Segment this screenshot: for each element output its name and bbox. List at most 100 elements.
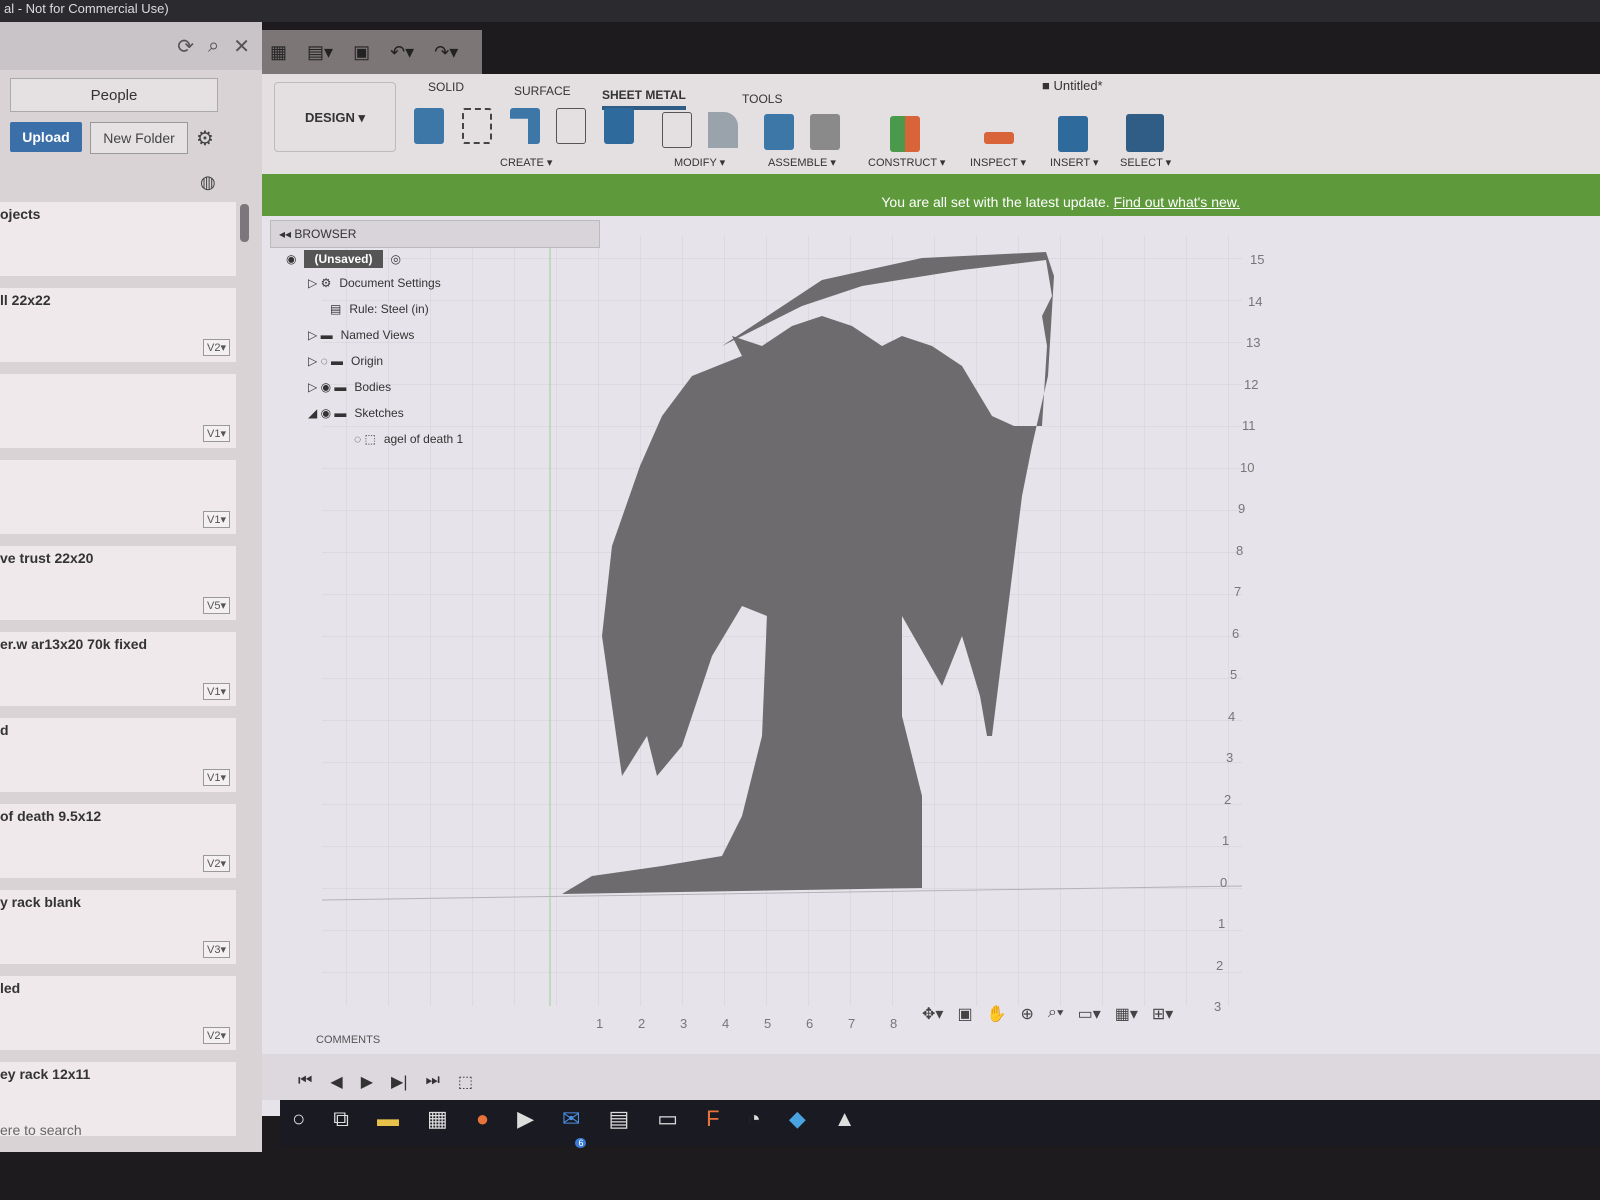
undo-icon[interactable]: ↶▾ <box>390 42 414 63</box>
refresh-icon[interactable]: ⟳ <box>177 34 194 59</box>
next-icon[interactable]: ▶| <box>391 1072 407 1100</box>
display-settings-icon[interactable]: ▭▾ <box>1078 1004 1101 1024</box>
flat-pattern-icon[interactable] <box>662 112 692 148</box>
select-menu[interactable]: SELECT ▾ <box>1120 156 1171 169</box>
search-icon[interactable]: ⌕ <box>208 35 219 58</box>
orbit-icon[interactable]: ✥▾ <box>922 1004 943 1024</box>
design-list-item[interactable]: ll 22x22 V2▾ <box>0 288 236 362</box>
tree-named-views[interactable]: ▷ ▬ Named Views <box>308 328 414 342</box>
remote-desktop-icon[interactable]: ▭ <box>657 1106 678 1146</box>
design-list-item[interactable]: led V2▾ <box>0 976 236 1050</box>
viewport[interactable]: ◂◂ BROWSER ◉ (Unsaved) ◎ ▷ ⚙ Document Setti… <box>262 216 1600 1116</box>
look-at-icon[interactable]: ▣ <box>957 1004 972 1024</box>
file-explorer-icon[interactable]: ▬ <box>377 1106 399 1146</box>
grid-settings-icon[interactable]: ▦▾ <box>1115 1004 1138 1024</box>
tree-document-settings[interactable]: ▷ ⚙ Document Settings <box>308 276 441 290</box>
paint-icon[interactable]: ◔ <box>748 1106 761 1146</box>
assemble-menu[interactable]: ASSEMBLE ▾ <box>768 156 836 169</box>
design-list-item[interactable]: V1▾ <box>0 460 236 534</box>
store-icon[interactable]: ▦ <box>427 1106 448 1146</box>
version-dropdown[interactable]: V2▾ <box>203 855 230 872</box>
version-dropdown[interactable]: V1▾ <box>203 769 230 786</box>
eye-icon[interactable]: ◉ <box>286 252 296 266</box>
activate-icon[interactable]: ◎ <box>391 252 401 266</box>
unfold-icon[interactable] <box>556 108 586 144</box>
create-menu[interactable]: CREATE ▾ <box>500 156 552 169</box>
tab-sheet-metal[interactable]: SHEET METAL <box>602 88 686 110</box>
fusion-360-icon[interactable]: F <box>706 1106 719 1146</box>
task-view-icon[interactable]: ⧉ <box>333 1106 349 1146</box>
upload-button[interactable]: Upload <box>10 122 82 152</box>
tab-tools[interactable]: TOOLS <box>742 92 782 106</box>
gear-icon[interactable]: ⚙ <box>196 126 214 151</box>
whats-new-link[interactable]: Find out what's new. <box>1114 194 1240 210</box>
tree-sketches[interactable]: ◢ ◉ ▬ Sketches <box>308 406 404 420</box>
version-dropdown[interactable]: V3▾ <box>203 941 230 958</box>
insert-menu[interactable]: INSERT ▾ <box>1050 156 1099 169</box>
inspect-menu[interactable]: INSPECT ▾ <box>970 156 1026 169</box>
select-icon[interactable] <box>1126 114 1164 152</box>
extrude-icon[interactable] <box>604 108 634 144</box>
previous-icon[interactable]: ◀ <box>330 1072 342 1100</box>
measure-icon[interactable] <box>984 132 1014 144</box>
design-list-item[interactable]: y rack blank V3▾ <box>0 890 236 964</box>
version-dropdown[interactable]: V5▾ <box>203 597 230 614</box>
new-folder-button[interactable]: New Folder <box>90 122 188 154</box>
joint-icon[interactable] <box>810 114 840 150</box>
close-icon[interactable]: ✕ <box>233 34 250 59</box>
plane-icon[interactable] <box>890 116 920 152</box>
design-list-item[interactable]: ojects <box>0 202 236 276</box>
create-sketch-icon[interactable] <box>462 108 492 144</box>
design-list-item[interactable]: V1▾ <box>0 374 236 448</box>
collapse-icon[interactable]: ◂◂ <box>279 227 294 241</box>
flange-icon[interactable] <box>510 108 540 144</box>
modify-menu[interactable]: MODIFY ▾ <box>674 156 725 169</box>
tree-root[interactable]: ◉ (Unsaved) ◎ <box>286 250 401 268</box>
media-player-icon[interactable]: ▶ <box>517 1106 534 1146</box>
workspace-dropdown[interactable]: DESIGN ▾ <box>274 82 396 152</box>
tab-solid[interactable]: SOLID <box>428 80 464 94</box>
play-icon[interactable]: ▶ <box>361 1072 373 1100</box>
tree-origin[interactable]: ▷ ◌ ▬ Origin <box>308 354 383 368</box>
save-icon[interactable]: ▣ <box>353 42 370 63</box>
tab-surface[interactable]: SURFACE <box>514 84 571 98</box>
zoom-window-icon[interactable]: ⌕▾ <box>1048 1004 1064 1024</box>
search-box[interactable]: ere to search <box>0 1122 82 1138</box>
last-icon[interactable]: ⏭ <box>426 1072 440 1100</box>
comments-panel[interactable]: COMMENTS <box>316 1034 380 1046</box>
assemble-component-icon[interactable] <box>764 114 794 150</box>
first-icon[interactable]: ⏮ <box>298 1072 312 1100</box>
firefox-icon[interactable]: ● <box>476 1106 489 1146</box>
new-component-icon[interactable] <box>414 108 444 144</box>
version-dropdown[interactable]: V2▾ <box>203 339 230 356</box>
insert-image-icon[interactable] <box>1058 116 1088 152</box>
tree-rule[interactable]: ▤ Rule: Steel (in) <box>330 302 429 316</box>
app-icon[interactable]: ◆ <box>789 1106 806 1146</box>
construct-menu[interactable]: CONSTRUCT ▾ <box>868 156 945 169</box>
grid-icon[interactable]: ▦ <box>270 42 287 63</box>
tree-bodies[interactable]: ▷ ◉ ▬ Bodies <box>308 380 391 394</box>
version-dropdown[interactable]: V2▾ <box>203 1027 230 1044</box>
version-dropdown[interactable]: V1▾ <box>203 683 230 700</box>
version-dropdown[interactable]: V1▾ <box>203 425 230 442</box>
redo-icon[interactable]: ↷▾ <box>434 42 458 63</box>
design-list-item[interactable]: of death 9.5x12 V2▾ <box>0 804 236 878</box>
tree-sketch-item[interactable]: ◌ ⬚ agel of death 1 <box>354 432 463 446</box>
document-title[interactable]: ■ Untitled* <box>1042 78 1103 93</box>
globe-icon[interactable]: ◍ <box>200 172 216 193</box>
design-list-item[interactable]: d V1▾ <box>0 718 236 792</box>
design-list-item[interactable]: ve trust 22x20 V5▾ <box>0 546 236 620</box>
fillet-icon[interactable] <box>708 112 738 148</box>
cortana-icon[interactable]: ○ <box>292 1106 305 1146</box>
calculator-icon[interactable]: ▤ <box>608 1106 629 1146</box>
browser-panel-header[interactable]: ◂◂ BROWSER <box>270 220 600 248</box>
people-tab[interactable]: People <box>10 78 218 112</box>
sketch-timeline-icon[interactable]: ⬚ <box>458 1072 473 1100</box>
design-list-item[interactable]: er.w ar13x20 70k fixed V1▾ <box>0 632 236 706</box>
scrollbar[interactable] <box>240 204 249 242</box>
zoom-icon[interactable]: ⊕ <box>1020 1004 1033 1024</box>
inkscape-icon[interactable]: ▲ <box>834 1106 856 1146</box>
pan-icon[interactable]: ✋ <box>987 1004 1007 1024</box>
file-icon[interactable]: ▤▾ <box>307 42 333 63</box>
version-dropdown[interactable]: V1▾ <box>203 511 230 528</box>
